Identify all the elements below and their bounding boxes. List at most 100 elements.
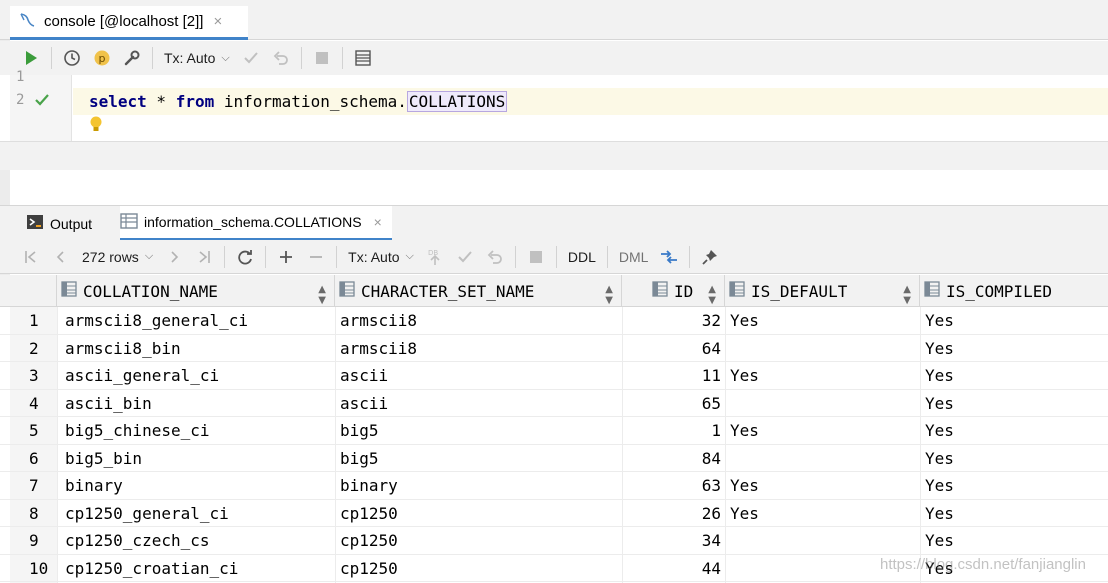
first-page-button[interactable]: [18, 244, 44, 270]
is-compiled-cell[interactable]: Yes: [920, 335, 1108, 363]
is-default-cell[interactable]: Yes: [725, 500, 920, 528]
character-set-name-cell[interactable]: cp1250: [335, 527, 622, 555]
rows-count-dropdown[interactable]: 272 rows ⌵: [76, 249, 159, 265]
table-row[interactable]: 9 cp1250_czech_cs cp1250 34 Yes: [0, 527, 1108, 555]
pin-button[interactable]: p: [89, 45, 115, 71]
add-row-button[interactable]: [273, 244, 299, 270]
next-page-button[interactable]: [161, 244, 187, 270]
collation-name-cell[interactable]: big5_bin: [57, 445, 335, 473]
character-set-name-cell[interactable]: armscii8: [335, 335, 622, 363]
submit-db-button[interactable]: DB: [422, 244, 448, 270]
is-compiled-cell[interactable]: Yes: [920, 390, 1108, 418]
tab-collations[interactable]: information_schema.COLLATIONS ×: [120, 206, 392, 241]
commit-button[interactable]: [238, 45, 264, 71]
table-row[interactable]: 8 cp1250_general_ci cp1250 26 Yes Yes: [0, 500, 1108, 528]
table-row[interactable]: 3 ascii_general_ci ascii 11 Yes Yes: [0, 362, 1108, 390]
id-cell[interactable]: 11: [622, 362, 725, 390]
column-header-id[interactable]: ID ▲ ▼: [622, 275, 725, 307]
table-row[interactable]: 2 armscii8_bin armscii8 64 Yes: [0, 335, 1108, 363]
layout-button[interactable]: [350, 45, 376, 71]
refresh-button[interactable]: [232, 244, 258, 270]
is-default-cell[interactable]: [725, 390, 920, 418]
compare-button[interactable]: [656, 244, 682, 270]
commit-button[interactable]: [452, 244, 478, 270]
collation-name-cell[interactable]: cp1250_croatian_ci: [57, 555, 335, 583]
delete-row-button[interactable]: [303, 244, 329, 270]
id-cell[interactable]: 44: [622, 555, 725, 583]
is-default-cell[interactable]: Yes: [725, 362, 920, 390]
collation-name-cell[interactable]: armscii8_general_ci: [57, 307, 335, 335]
sort-icon[interactable]: ▲ ▼: [318, 284, 326, 306]
ddl-button[interactable]: DDL: [562, 249, 602, 265]
collation-name-cell[interactable]: cp1250_czech_cs: [57, 527, 335, 555]
id-cell[interactable]: 34: [622, 527, 725, 555]
column-header-collation-name[interactable]: COLLATION_NAME ▲ ▼: [57, 275, 335, 307]
tab-output[interactable]: Output: [26, 206, 92, 241]
sort-icon[interactable]: ▲ ▼: [903, 284, 911, 306]
rollback-button[interactable]: [482, 244, 508, 270]
character-set-name-cell[interactable]: cp1250: [335, 500, 622, 528]
results-tx-mode-dropdown[interactable]: Tx: Auto ⌵: [342, 249, 420, 265]
is-default-cell[interactable]: [725, 335, 920, 363]
editor-area[interactable]: 1 2 select * from information_schema. COL…: [0, 69, 1108, 170]
sort-icon[interactable]: ▲ ▼: [605, 284, 613, 306]
is-compiled-cell[interactable]: Yes: [920, 445, 1108, 473]
is-default-cell[interactable]: Yes: [725, 472, 920, 500]
cancel-button[interactable]: [523, 244, 549, 270]
column-header-is-default[interactable]: IS_DEFAULT ▲ ▼: [725, 275, 920, 307]
collation-name-cell[interactable]: ascii_general_ci: [57, 362, 335, 390]
id-cell[interactable]: 32: [622, 307, 725, 335]
pin-tab-button[interactable]: [697, 244, 723, 270]
id-cell[interactable]: 84: [622, 445, 725, 473]
character-set-name-cell[interactable]: binary: [335, 472, 622, 500]
character-set-name-cell[interactable]: big5: [335, 445, 622, 473]
character-set-name-cell[interactable]: ascii: [335, 362, 622, 390]
id-cell[interactable]: 26: [622, 500, 725, 528]
character-set-name-cell[interactable]: cp1250: [335, 555, 622, 583]
id-cell[interactable]: 65: [622, 390, 725, 418]
collation-name-cell[interactable]: big5_chinese_ci: [57, 417, 335, 445]
is-compiled-cell[interactable]: Yes: [920, 500, 1108, 528]
column-header-character-set-name[interactable]: CHARACTER_SET_NAME ▲ ▼: [335, 275, 622, 307]
is-default-cell[interactable]: [725, 445, 920, 473]
column-header-is-compiled[interactable]: IS_COMPILED: [920, 275, 1108, 307]
is-default-cell[interactable]: Yes: [725, 307, 920, 335]
is-compiled-cell[interactable]: Yes: [920, 417, 1108, 445]
character-set-name-cell[interactable]: ascii: [335, 390, 622, 418]
character-set-name-cell[interactable]: armscii8: [335, 307, 622, 335]
sort-icon[interactable]: ▲ ▼: [708, 284, 716, 306]
sql-statement[interactable]: select * from information_schema. COLLATI…: [89, 91, 508, 112]
table-row[interactable]: 7 binary binary 63 Yes Yes: [0, 472, 1108, 500]
run-button[interactable]: [18, 45, 44, 71]
settings-button[interactable]: [119, 45, 145, 71]
prev-page-button[interactable]: [48, 244, 74, 270]
id-cell[interactable]: 1: [622, 417, 725, 445]
id-cell[interactable]: 63: [622, 472, 725, 500]
collation-name-cell[interactable]: ascii_bin: [57, 390, 335, 418]
collation-name-cell[interactable]: cp1250_general_ci: [57, 500, 335, 528]
history-button[interactable]: [59, 45, 85, 71]
tab-console[interactable]: console [@localhost [2]] ×: [10, 6, 248, 40]
table-row[interactable]: 1 armscii8_general_ci armscii8 32 Yes Yes: [0, 307, 1108, 335]
is-default-cell[interactable]: [725, 527, 920, 555]
table-row[interactable]: 4 ascii_bin ascii 65 Yes: [0, 390, 1108, 418]
is-compiled-cell[interactable]: Yes: [920, 527, 1108, 555]
last-page-button[interactable]: [191, 244, 217, 270]
id-cell[interactable]: 64: [622, 335, 725, 363]
dml-button[interactable]: DML: [613, 249, 655, 265]
is-default-cell[interactable]: Yes: [725, 417, 920, 445]
results-grid[interactable]: COLLATION_NAME ▲ ▼ CHARACTER_SET_NAME ▲ ▼ …: [0, 275, 1108, 583]
close-icon[interactable]: ×: [374, 214, 382, 230]
is-compiled-cell[interactable]: Yes: [920, 362, 1108, 390]
is-compiled-cell[interactable]: Yes: [920, 307, 1108, 335]
collation-name-cell[interactable]: armscii8_bin: [57, 335, 335, 363]
close-icon[interactable]: ×: [213, 13, 222, 30]
tx-mode-dropdown[interactable]: Tx: Auto ⌵: [158, 50, 236, 66]
is-compiled-cell[interactable]: Yes: [920, 472, 1108, 500]
character-set-name-cell[interactable]: big5: [335, 417, 622, 445]
rollback-button[interactable]: [268, 45, 294, 71]
stop-button[interactable]: [309, 45, 335, 71]
table-row[interactable]: 6 big5_bin big5 84 Yes: [0, 445, 1108, 473]
collation-name-cell[interactable]: binary: [57, 472, 335, 500]
lightbulb-icon[interactable]: [89, 116, 103, 137]
